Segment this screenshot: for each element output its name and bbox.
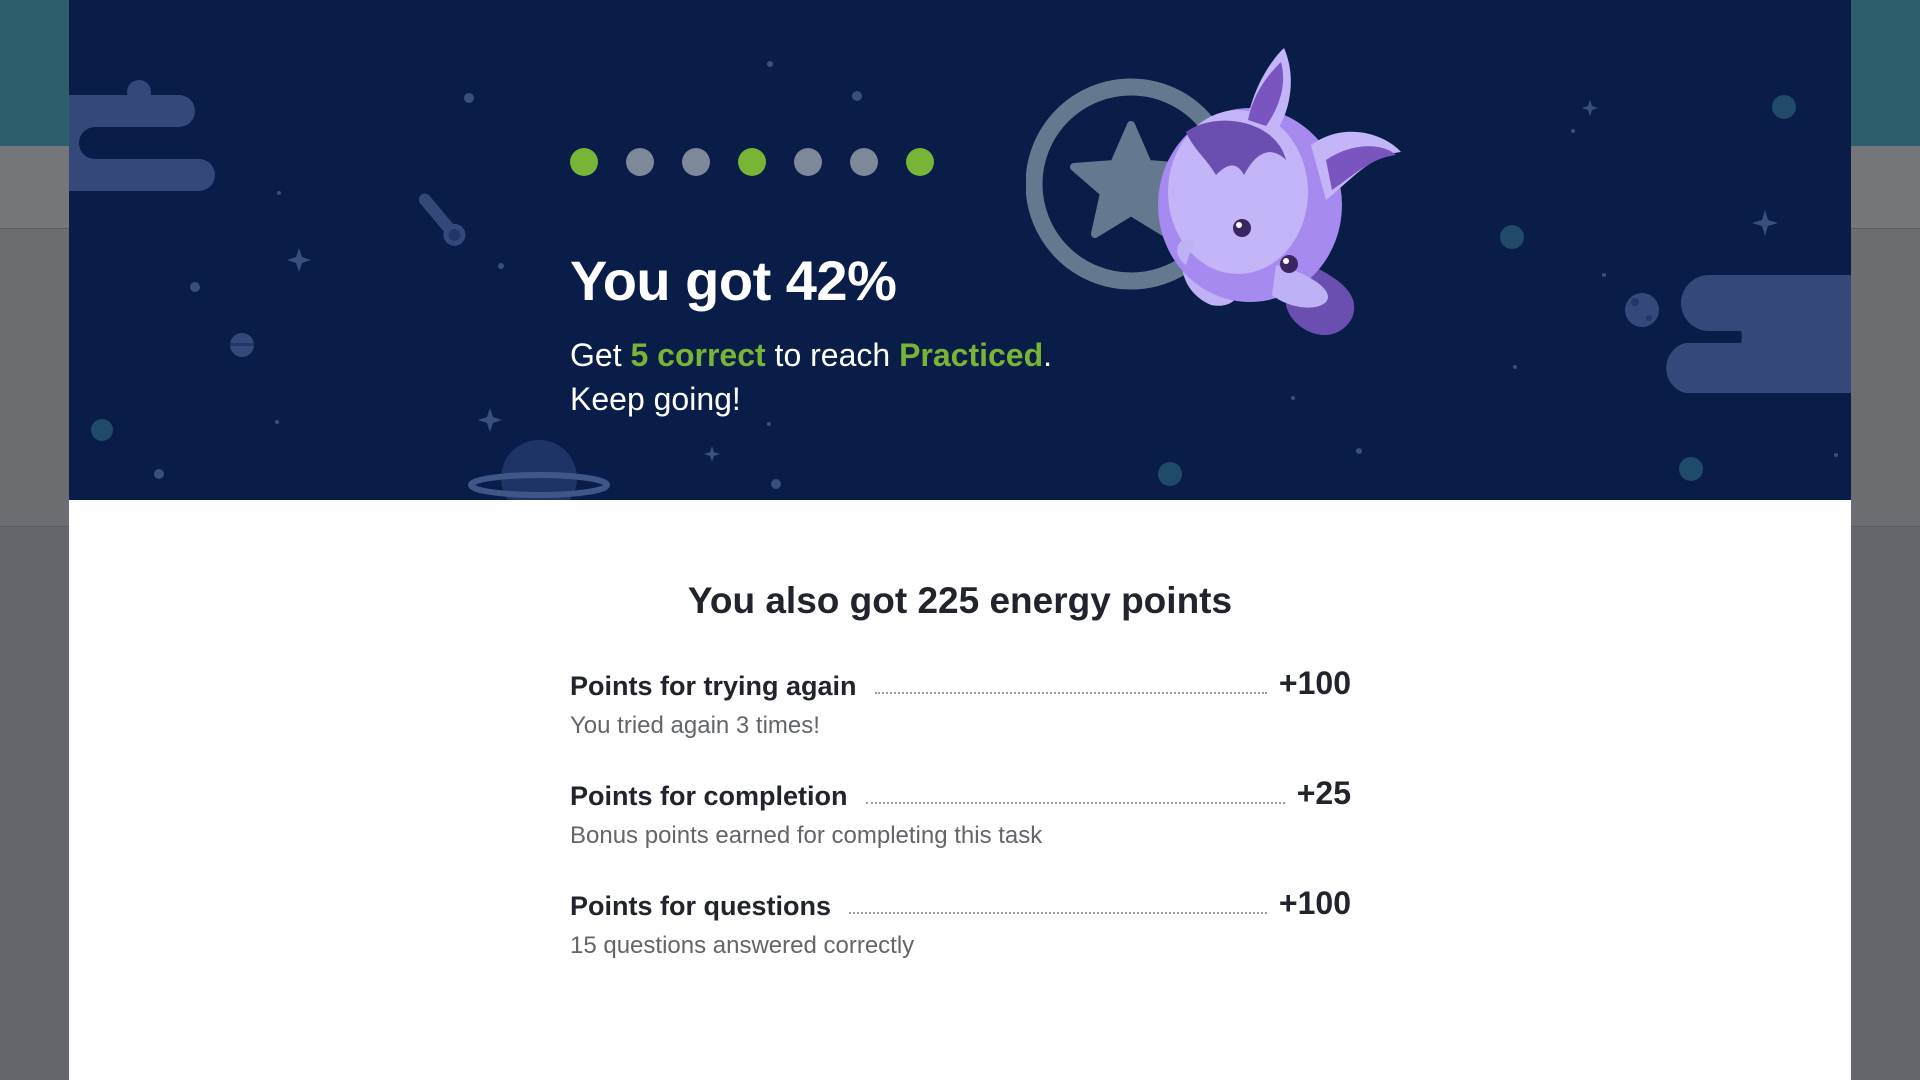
- points-row-description: Bonus points earned for completing this …: [570, 822, 1043, 849]
- correct-count-highlight: 5 correct: [630, 337, 766, 373]
- points-row-description: You tried again 3 times!: [570, 712, 820, 739]
- progress-dot-incorrect: [850, 148, 878, 176]
- star-dot: [1772, 95, 1796, 119]
- mascot-illustration: [1026, 48, 1401, 336]
- dotted-leader: [874, 692, 1267, 694]
- planet: [1625, 293, 1659, 327]
- progress-dot-incorrect: [682, 148, 710, 176]
- energy-points-title: You also got 225 energy points: [687, 580, 1233, 621]
- points-row-value: +100: [1278, 665, 1351, 701]
- star-dot: [1679, 457, 1703, 481]
- star-dot: [91, 419, 113, 441]
- comet-icon: [418, 193, 466, 246]
- planet-small: [127, 80, 151, 104]
- progress-dot-incorrect: [626, 148, 654, 176]
- progress-dot-correct: [906, 148, 934, 176]
- cloud-shape: [1666, 275, 1851, 393]
- sparkle-icon: [478, 408, 502, 432]
- sparkle-icon: [287, 248, 311, 272]
- sparkle-icon: [704, 446, 720, 462]
- cloud-shape: [69, 95, 215, 191]
- points-row-label: Points for questions: [570, 891, 832, 921]
- ringed-planet: [468, 440, 610, 500]
- sparkle-icon: [1582, 100, 1598, 116]
- points-row-completion: Points for completion +25 Bonus points e…: [570, 772, 1351, 850]
- mastery-level-highlight: Practiced: [899, 337, 1044, 373]
- purple-creature-mascot: [1158, 48, 1401, 336]
- points-row-value: +25: [1296, 775, 1351, 811]
- points-row-label: Points for trying again: [570, 671, 857, 701]
- space-background-decoration: [69, 61, 1851, 500]
- subtitle-text: Get: [570, 337, 631, 373]
- progress-dot-correct: [738, 148, 766, 176]
- points-row-description: 15 questions answered correctly: [570, 932, 915, 959]
- progress-dot-correct: [570, 148, 598, 176]
- results-hero: You got 42% Get 5 correct to reach Pract…: [69, 0, 1851, 500]
- encouragement-text: Keep going!: [570, 381, 741, 417]
- results-modal: You got 42% Get 5 correct to reach Pract…: [69, 0, 1851, 1080]
- points-row-trying-again: Points for trying again +100 You tried a…: [570, 662, 1351, 740]
- progress-dot-incorrect: [794, 148, 822, 176]
- dotted-leader: [849, 912, 1267, 914]
- points-row-questions: Points for questions +100 15 questions a…: [570, 882, 1351, 960]
- subtitle-text: to reach: [765, 337, 900, 373]
- dotted-leader: [865, 802, 1285, 804]
- score-title: You got 42%: [570, 249, 897, 312]
- question-progress-dots: [570, 148, 934, 176]
- star-dot: [1158, 462, 1182, 486]
- points-row-label: Points for completion: [570, 781, 848, 811]
- sparkle-icon: [1752, 210, 1778, 236]
- points-row-value: +100: [1278, 885, 1351, 921]
- score-subtitle: Get 5 correct to reach Practiced. Keep g…: [570, 333, 1052, 421]
